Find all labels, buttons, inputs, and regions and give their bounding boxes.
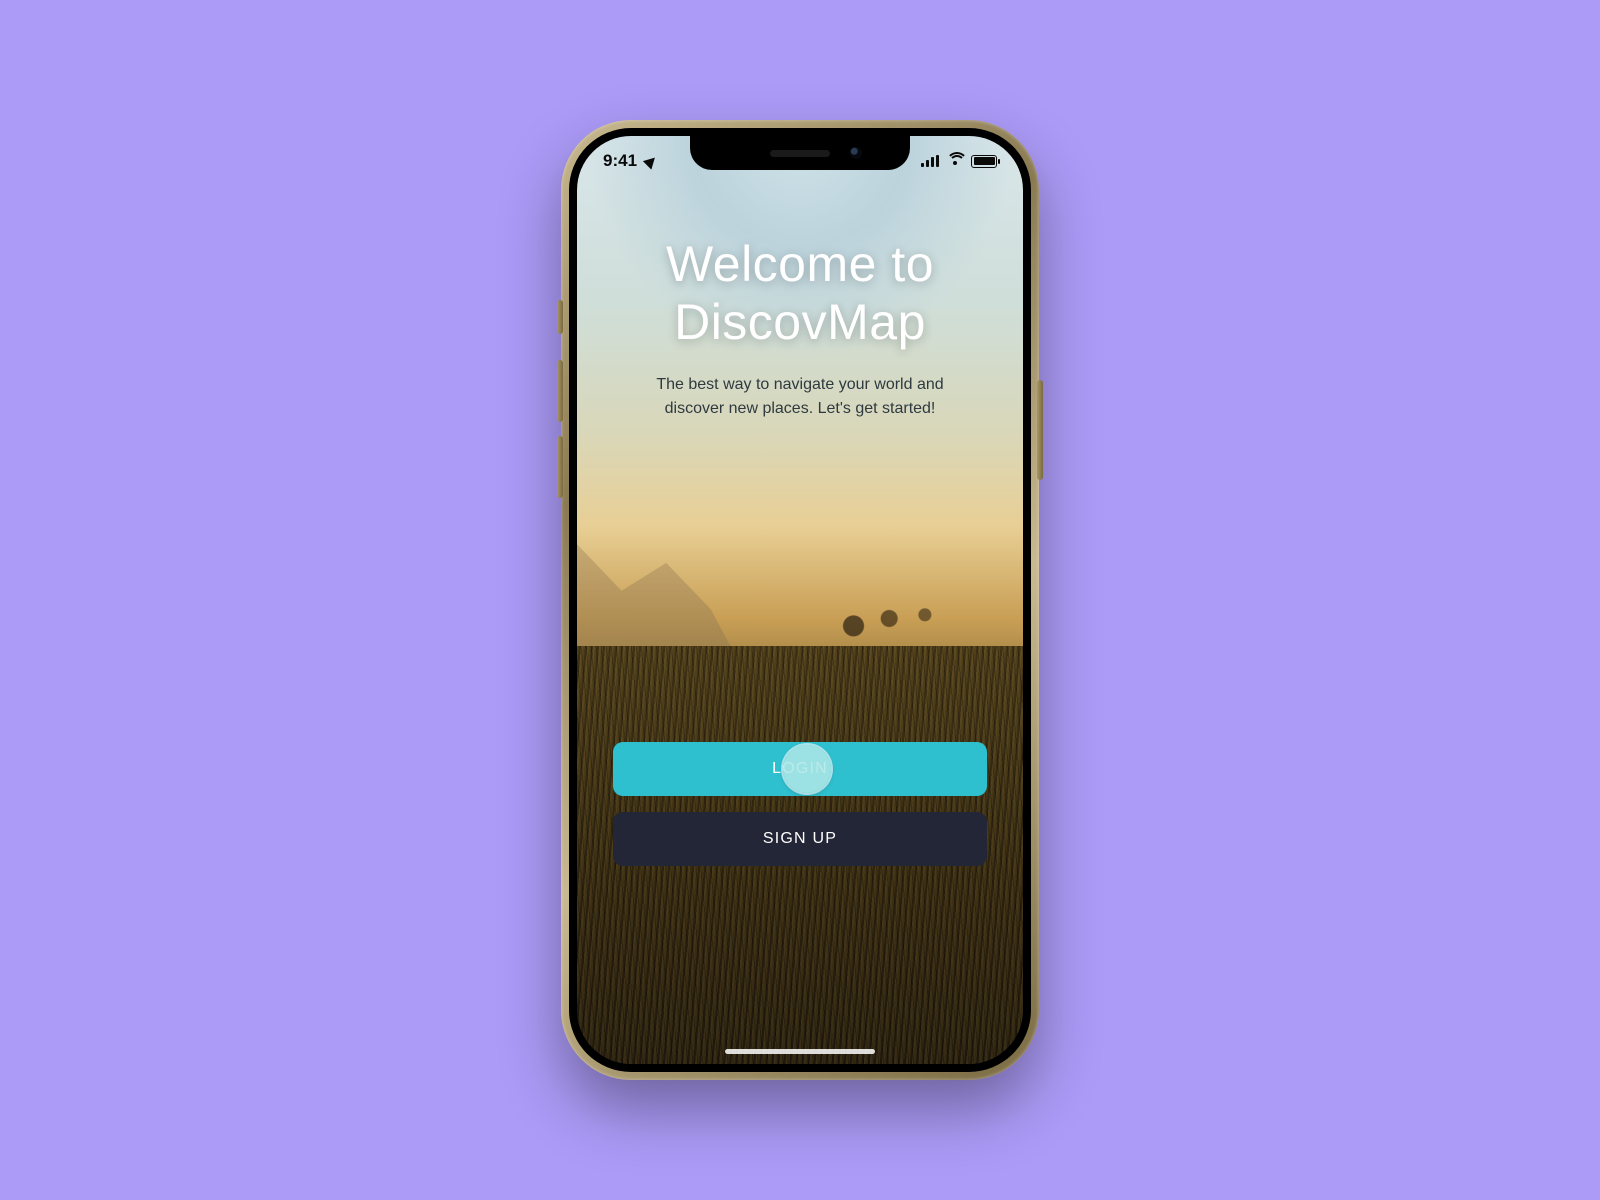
speaker-grille <box>770 150 830 157</box>
wifi-icon <box>946 154 964 168</box>
phone-bezel: 9:41 Welcome to DiscovMap The best way t… <box>569 128 1031 1072</box>
phone-device-frame: 9:41 Welcome to DiscovMap The best way t… <box>561 120 1039 1080</box>
login-button-label: LOGIN <box>772 760 828 778</box>
signup-button[interactable]: SIGN UP <box>613 812 987 866</box>
welcome-title-line2: DiscovMap <box>674 294 926 350</box>
signup-button-label: SIGN UP <box>763 830 837 848</box>
location-arrow-icon <box>643 153 659 169</box>
welcome-screen: Welcome to DiscovMap The best way to nav… <box>577 136 1023 1064</box>
home-indicator[interactable] <box>725 1049 875 1054</box>
device-notch <box>690 136 910 170</box>
power-button <box>1037 380 1043 480</box>
login-button[interactable]: LOGIN <box>613 742 987 796</box>
volume-down-button <box>557 436 563 498</box>
welcome-title: Welcome to DiscovMap <box>666 236 934 351</box>
status-time: 9:41 <box>603 151 637 171</box>
mute-switch <box>557 300 563 334</box>
front-camera <box>850 147 862 159</box>
welcome-subtitle: The best way to navigate your world and … <box>630 373 970 421</box>
phone-screen: 9:41 Welcome to DiscovMap The best way t… <box>577 136 1023 1064</box>
status-bar-left: 9:41 <box>603 145 657 171</box>
status-bar-right <box>921 148 997 168</box>
welcome-title-line1: Welcome to <box>666 236 934 292</box>
volume-up-button <box>557 360 563 422</box>
cellular-signal-icon <box>921 155 939 167</box>
auth-buttons: LOGIN SIGN UP <box>613 742 987 866</box>
battery-icon <box>971 155 997 168</box>
